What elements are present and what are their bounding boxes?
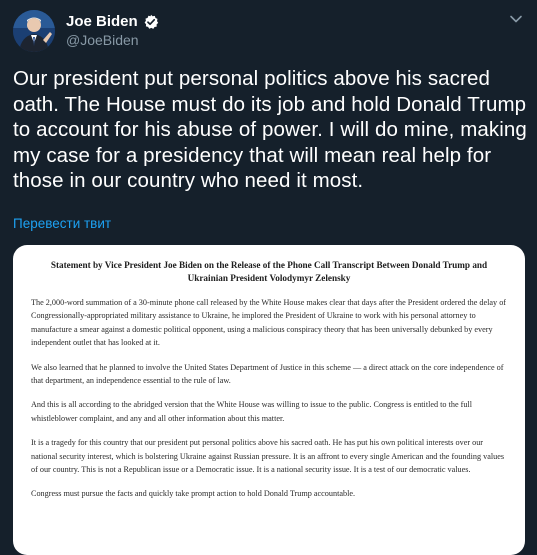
translate-tweet-link[interactable]: Перевести твит: [13, 216, 111, 231]
author-name-row[interactable]: Joe Biden: [66, 13, 159, 30]
chevron-down-icon[interactable]: [509, 12, 523, 26]
statement-paragraph: It is a tragedy for this country that ou…: [31, 438, 505, 475]
author-handle[interactable]: @JoeBiden: [66, 32, 139, 48]
statement-title: Statement by Vice President Joe Biden on…: [50, 260, 488, 283]
verified-badge-icon: [143, 14, 159, 30]
statement-paragraph: The 2,000-word summation of a 30-minute …: [31, 298, 507, 348]
tweet-text: Our president put personal politics abov…: [13, 67, 527, 192]
statement-image[interactable]: Statement by Vice President Joe Biden on…: [13, 245, 525, 555]
author-name[interactable]: Joe Biden: [66, 13, 138, 30]
statement-paragraph: Congress must pursue the facts and quick…: [31, 489, 356, 499]
tweet: Joe Biden @JoeBiden Our president put pe…: [0, 0, 537, 555]
profile-photo: [13, 10, 55, 52]
avatar[interactable]: [13, 10, 55, 52]
statement-paragraph: We also learned that he planned to invol…: [31, 362, 504, 386]
statement-paragraph: And this is all according to the abridge…: [31, 400, 472, 423]
